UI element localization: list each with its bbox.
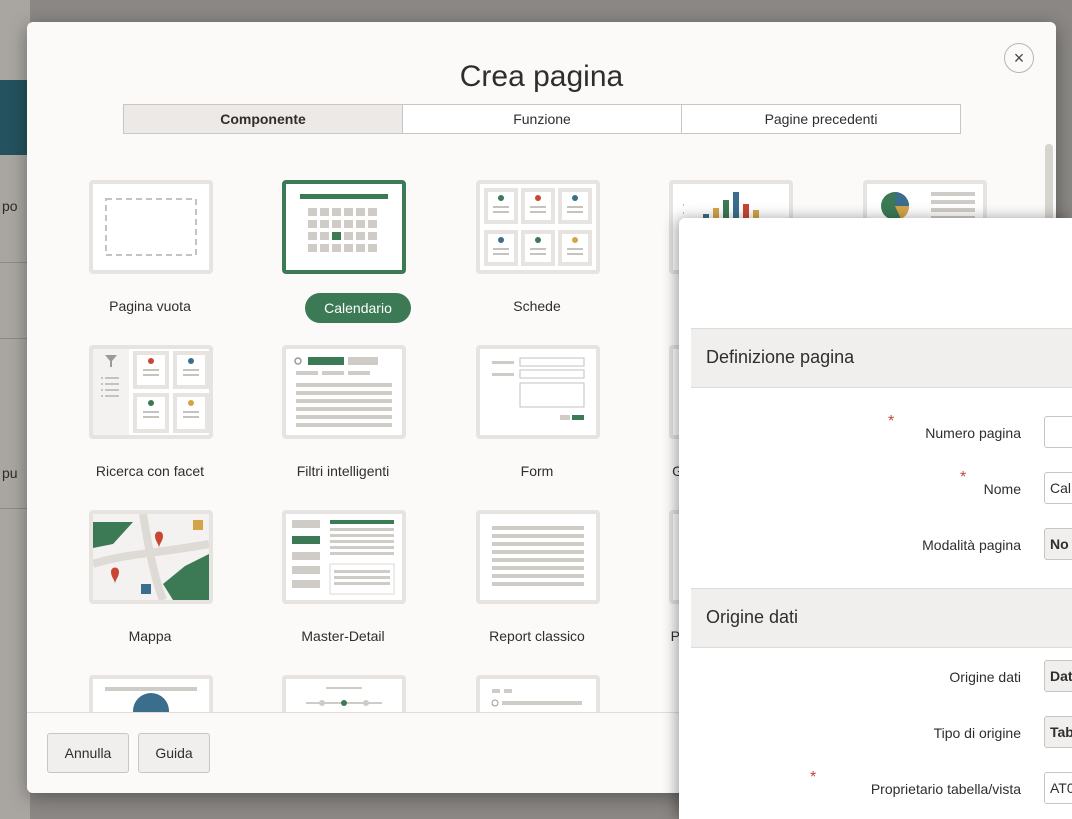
- section-title: Origine dati: [706, 607, 799, 627]
- cancel-button[interactable]: Annulla: [47, 733, 129, 773]
- tile-label: Pagina vuota: [109, 298, 191, 314]
- tab-pagine-precedenti[interactable]: Pagine precedenti: [681, 105, 960, 133]
- tile-schede[interactable]: Schede: [437, 180, 637, 330]
- page-definition-wizard: Definizione pagina * Numero pagina * Nom…: [679, 218, 1072, 819]
- field-label: Origine dati: [949, 669, 1021, 685]
- tile-report-classico[interactable]: Report classico: [437, 510, 637, 660]
- cards-icon: [476, 180, 600, 274]
- tile-pagina-vuota[interactable]: Pagina vuota: [50, 180, 250, 330]
- tile-master-detail[interactable]: Master-Detail: [243, 510, 443, 660]
- blank-page-icon: [89, 180, 213, 274]
- tab-funzione[interactable]: Funzione: [402, 105, 681, 133]
- partial-icon: [89, 675, 213, 712]
- tile-label: Form: [520, 463, 554, 479]
- tile-label: Filtri intelligenti: [296, 463, 390, 479]
- section-title: Definizione pagina: [706, 347, 855, 367]
- tile-row4-3[interactable]: [437, 675, 637, 712]
- tile-label: G: [672, 463, 683, 479]
- section-header-definizione-pagina: Definizione pagina: [691, 328, 1072, 388]
- tile-row4-1[interactable]: [50, 675, 250, 712]
- field-label: Proprietario tabella/vista: [870, 781, 1021, 797]
- tile-form[interactable]: Form: [437, 345, 637, 495]
- source-type-toggle[interactable]: Tab: [1044, 716, 1072, 748]
- tile-label: Ricerca con facet: [95, 463, 205, 479]
- help-button[interactable]: Guida: [138, 733, 210, 773]
- data-source-toggle[interactable]: Dat: [1044, 660, 1072, 692]
- tile-label: Master-Detail: [301, 628, 385, 644]
- tile-label: Mappa: [128, 628, 172, 644]
- dialog-title: Crea pagina: [459, 60, 624, 93]
- field-label: Tipo di origine: [933, 725, 1021, 741]
- partial-icon: [476, 675, 600, 712]
- tile-label: Schede: [513, 298, 561, 314]
- tile-row4-2[interactable]: [243, 675, 443, 712]
- background-label: po: [2, 198, 18, 214]
- smart-filters-icon: [282, 345, 406, 439]
- background-dark-block: [0, 80, 30, 155]
- page-number-input[interactable]: [1044, 416, 1072, 448]
- table-owner-select[interactable]: AT0: [1044, 772, 1072, 804]
- section-header-origine-dati: Origine dati: [691, 588, 1072, 648]
- tile-ricerca-con-facet[interactable]: Ricerca con facet: [50, 345, 250, 495]
- master-detail-icon: [282, 510, 406, 604]
- name-input[interactable]: Cal: [1044, 472, 1072, 504]
- tab-bar: Componente Funzione Pagine precedenti: [123, 104, 961, 134]
- tile-calendario[interactable]: Calendario: [243, 180, 443, 330]
- tile-label-selected: Calendario: [305, 293, 411, 323]
- close-icon[interactable]: ×: [1004, 43, 1034, 73]
- background-left-strip: po pu: [0, 0, 30, 819]
- map-icon: [89, 510, 213, 604]
- tile-mappa[interactable]: Mappa: [50, 510, 250, 660]
- partial-icon: [282, 675, 406, 712]
- field-label: Nome: [983, 481, 1021, 497]
- classic-report-icon: [476, 510, 600, 604]
- tile-filtri-intelligenti[interactable]: Filtri intelligenti: [243, 345, 443, 495]
- form-icon: [476, 345, 600, 439]
- page-mode-toggle[interactable]: No: [1044, 528, 1072, 560]
- tile-label: P: [670, 628, 680, 644]
- field-label: Modalità pagina: [922, 537, 1021, 553]
- tile-label: Report classico: [489, 628, 585, 644]
- background-label: pu: [2, 465, 18, 481]
- calendar-icon: [282, 180, 406, 274]
- field-label: Numero pagina: [925, 425, 1021, 441]
- tab-componente[interactable]: Componente: [124, 105, 402, 133]
- faceted-search-icon: [89, 345, 213, 439]
